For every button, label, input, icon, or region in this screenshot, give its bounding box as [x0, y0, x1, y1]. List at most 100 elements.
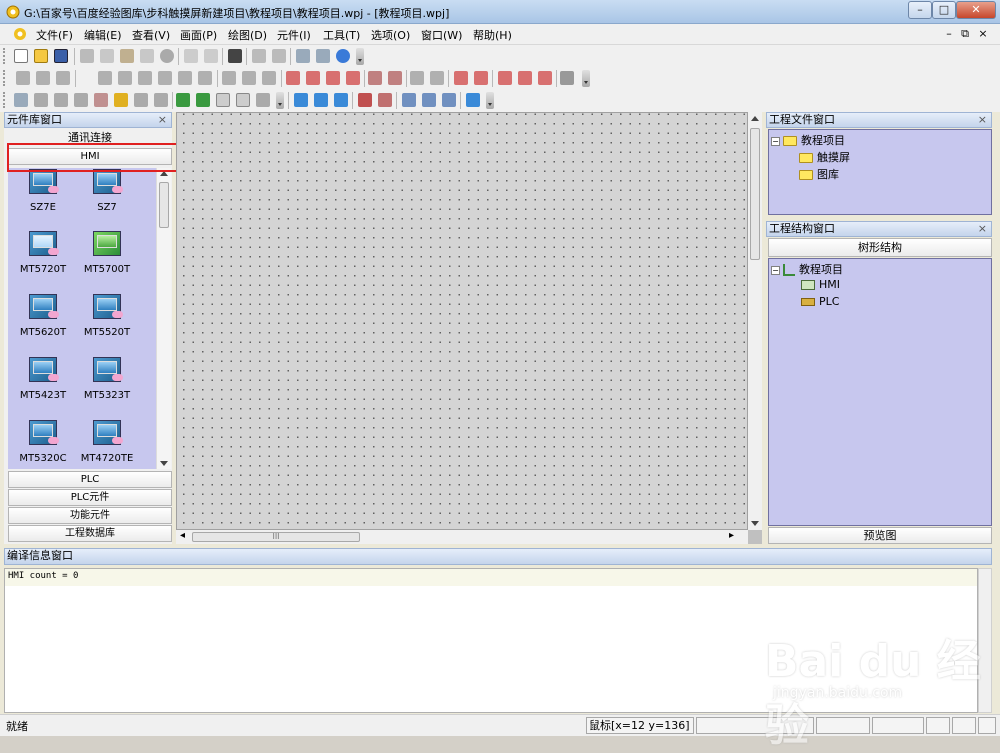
toolbar-grip[interactable]	[3, 70, 6, 86]
align-middle-icon[interactable]	[118, 71, 132, 85]
tree-item-plc[interactable]: PLC	[801, 295, 839, 308]
align-center-icon[interactable]	[36, 71, 50, 85]
bring-forward-icon[interactable]	[326, 71, 340, 85]
v-space-icon[interactable]	[430, 71, 444, 85]
upload-icon[interactable]	[314, 93, 328, 107]
library-section-function[interactable]: 功能元件	[8, 507, 172, 524]
menu-component[interactable]: 元件(I)	[277, 27, 311, 43]
scroll-right-icon[interactable]: ▸	[729, 530, 734, 541]
compile-output-text[interactable]: HMI count = 0	[4, 568, 978, 713]
menu-draw[interactable]: 绘图(D)	[228, 27, 267, 43]
scroll-up-icon[interactable]	[751, 116, 759, 121]
hmi-item-sz7e[interactable]: SZ7E	[12, 168, 74, 226]
tab-preview[interactable]: 预览图	[768, 527, 992, 544]
distribute-h-icon[interactable]	[158, 71, 172, 85]
same-width-icon[interactable]	[222, 71, 236, 85]
duplicate-icon[interactable]	[140, 49, 154, 63]
menu-view[interactable]: 查看(V)	[132, 27, 170, 43]
send-backward-icon[interactable]	[346, 71, 360, 85]
align-top-icon[interactable]	[98, 71, 112, 85]
maximize-button[interactable]: □	[932, 1, 956, 19]
save-icon[interactable]	[54, 49, 68, 63]
tab-tree-structure[interactable]: 树形结构	[768, 238, 992, 257]
delete-icon[interactable]	[160, 49, 174, 63]
ungroup-icon[interactable]	[388, 71, 402, 85]
print-preview-icon[interactable]	[252, 49, 266, 63]
exit-icon[interactable]	[466, 93, 480, 107]
rotate-icon[interactable]	[538, 71, 552, 85]
tree-item-hmi[interactable]: HMI	[801, 278, 840, 291]
align-right-icon[interactable]	[56, 71, 70, 85]
tree-item-gallery[interactable]: 图库	[799, 166, 839, 182]
print-icon[interactable]	[272, 49, 286, 63]
align-left-icon[interactable]	[16, 71, 30, 85]
import-icon[interactable]	[358, 93, 372, 107]
editor-canvas[interactable]: ◂ III ▸	[176, 112, 762, 544]
grid-icon[interactable]	[34, 93, 48, 107]
mdi-minimize-button[interactable]: –	[942, 27, 956, 40]
menu-edit[interactable]: 编辑(E)	[84, 27, 122, 43]
mdi-restore-button[interactable]: ⧉	[958, 27, 972, 41]
toolbar-overflow-button[interactable]	[582, 70, 590, 87]
h-space-icon[interactable]	[410, 71, 424, 85]
page-icon[interactable]	[236, 93, 250, 107]
scroll-thumb[interactable]	[159, 182, 169, 228]
window-icon[interactable]	[316, 49, 330, 63]
hmi-item-mt4720te[interactable]: MT4720TE	[76, 419, 138, 469]
canvas-vertical-scrollbar[interactable]	[748, 112, 762, 530]
screen-prop-icon[interactable]	[402, 93, 416, 107]
print-setting-icon[interactable]	[134, 93, 148, 107]
mirror-h-icon[interactable]	[498, 71, 512, 85]
screen-new-icon[interactable]	[14, 93, 28, 107]
car-icon[interactable]	[256, 93, 270, 107]
scroll-left-icon[interactable]: ◂	[180, 530, 185, 541]
transfer-icon[interactable]	[334, 93, 348, 107]
download-icon[interactable]	[294, 93, 308, 107]
mirror-v-icon[interactable]	[518, 71, 532, 85]
minimize-button[interactable]: –	[908, 1, 932, 19]
record-icon[interactable]	[94, 93, 108, 107]
export-icon[interactable]	[378, 93, 392, 107]
toolbar-overflow-button[interactable]	[356, 48, 364, 65]
tree-root-project[interactable]: − 教程项目	[771, 261, 843, 277]
toolbar-overflow-button[interactable]	[276, 92, 284, 109]
hmi-item-mt5520t[interactable]: MT5520T	[76, 293, 138, 351]
project-files-close-icon[interactable]: ×	[978, 113, 987, 127]
drawing-area[interactable]	[176, 112, 748, 530]
hmi-item-mt5423t[interactable]: MT5423T	[12, 356, 74, 414]
library-section-plc[interactable]: PLC	[8, 471, 172, 488]
redo-icon[interactable]	[204, 49, 218, 63]
hmi-item-mt5720t[interactable]: MT5720T	[12, 230, 74, 288]
library-close-icon[interactable]: ×	[158, 113, 167, 127]
center-page-icon[interactable]	[198, 71, 212, 85]
toolbar-overflow-button[interactable]	[486, 92, 494, 109]
menu-options[interactable]: 选项(O)	[371, 27, 410, 43]
canvas-horizontal-scrollbar[interactable]: ◂ III ▸	[176, 530, 748, 544]
scroll-down-icon[interactable]	[751, 521, 759, 526]
hmi-item-mt5700t[interactable]: MT5700T	[76, 230, 138, 288]
distribute-v-icon[interactable]	[178, 71, 192, 85]
binoculars-icon[interactable]	[228, 49, 242, 63]
scroll-down-icon[interactable]	[160, 461, 168, 466]
menu-file[interactable]: 文件(F)	[36, 27, 73, 43]
keyboard-icon[interactable]	[442, 93, 456, 107]
scroll-thumb[interactable]: III	[192, 532, 360, 542]
menu-window[interactable]: 窗口(W)	[421, 27, 462, 43]
offline-sim-icon[interactable]	[196, 93, 210, 107]
flip-h-line-icon[interactable]	[454, 71, 468, 85]
hmi-item-mt5323t[interactable]: MT5323T	[76, 356, 138, 414]
open-folder-icon[interactable]	[34, 49, 48, 63]
bring-front-icon[interactable]	[286, 71, 300, 85]
recipe-icon[interactable]	[154, 93, 168, 107]
send-back-icon[interactable]	[306, 71, 320, 85]
undo-icon[interactable]	[184, 49, 198, 63]
project-structure-close-icon[interactable]: ×	[978, 222, 987, 236]
group-icon[interactable]	[368, 71, 382, 85]
window-prop-icon[interactable]	[422, 93, 436, 107]
menu-tools[interactable]: 工具(T)	[323, 27, 360, 43]
paste-icon[interactable]	[120, 49, 134, 63]
screen-icon[interactable]	[296, 49, 310, 63]
cut-icon[interactable]	[80, 49, 94, 63]
toolbar-grip[interactable]	[3, 92, 6, 108]
toolbar-grip[interactable]	[3, 48, 6, 64]
